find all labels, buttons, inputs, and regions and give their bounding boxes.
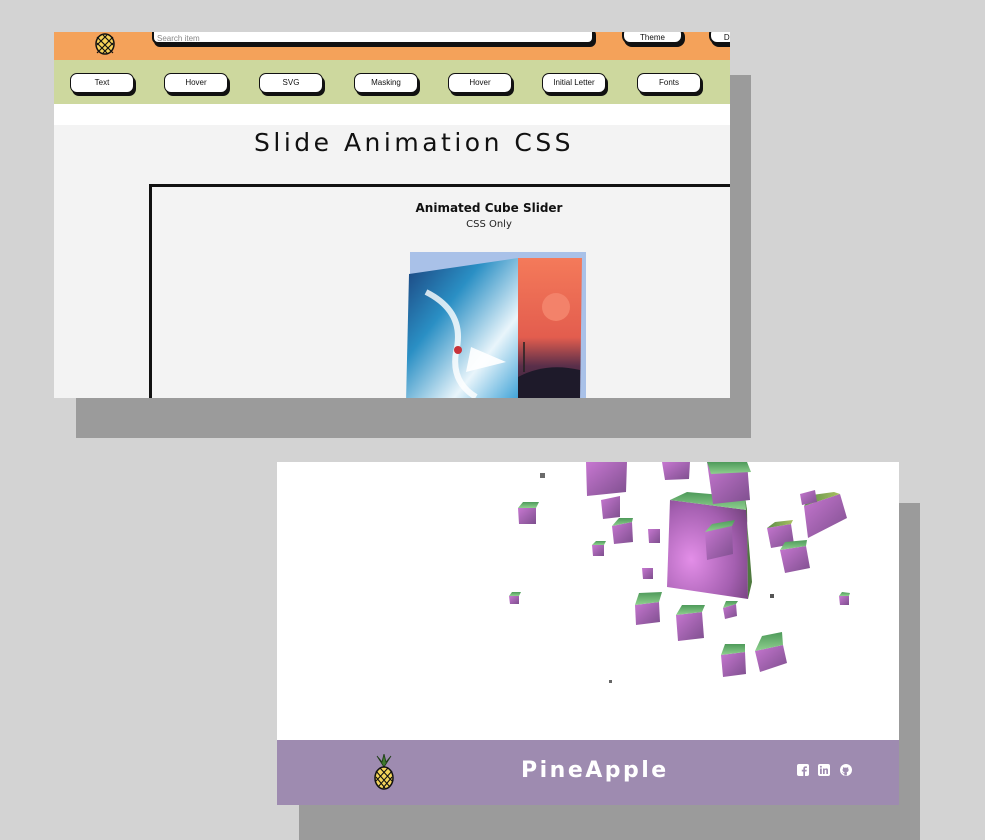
nav-hover-button-2[interactable]: Hover — [448, 73, 512, 93]
pineapple-logo-icon — [374, 754, 394, 790]
linkedin-icon[interactable] — [818, 764, 830, 776]
search-input[interactable]: Search item — [152, 32, 594, 44]
nav-initial-letter-button[interactable]: Initial Letter — [542, 73, 606, 93]
nav-text-button[interactable]: Text — [70, 73, 134, 93]
card-title: Animated Cube Slider — [415, 201, 563, 215]
nav-masking-button[interactable]: Masking — [354, 73, 418, 93]
brand-name: PineApple — [521, 758, 669, 783]
facebook-icon[interactable] — [797, 764, 809, 776]
github-icon[interactable] — [840, 764, 852, 776]
pineapple-logo-icon — [95, 33, 115, 55]
page-title: Slide Animation CSS — [254, 128, 575, 157]
spacer-strip — [54, 104, 730, 125]
dark-mode-button[interactable]: Da — [709, 32, 730, 44]
pineapple-page-screenshot: PineApple — [277, 462, 899, 805]
slide-animation-page-screenshot: Search item Theme Da Text Hover SVG Mask… — [54, 32, 730, 398]
card-subtitle: CSS Only — [466, 219, 512, 230]
cube-slider-image — [406, 252, 586, 398]
nav-svg-button[interactable]: SVG — [259, 73, 323, 93]
theme-button[interactable]: Theme — [622, 32, 683, 44]
nav-fonts-button[interactable]: Fonts — [637, 73, 701, 93]
nav-hover-button[interactable]: Hover — [164, 73, 228, 93]
floating-cubes-illustration — [509, 462, 850, 683]
